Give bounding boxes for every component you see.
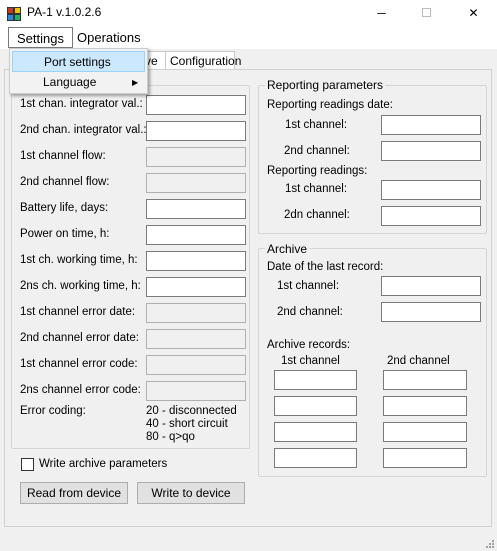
read-from-device-button[interactable]: Read from device xyxy=(20,482,128,504)
window-title: PA-1 v.1.0.2.6 xyxy=(27,5,102,19)
error-coding-label: Error coding: xyxy=(20,405,86,417)
reporting-readings-ch1-field[interactable] xyxy=(381,180,481,200)
error-code-40: 40 - short circuit xyxy=(146,418,228,430)
resize-grip-icon[interactable] xyxy=(485,539,495,549)
label-ch2-error-code: 2ns channel error code: xyxy=(20,384,141,396)
reporting-readings-ch2-field[interactable] xyxy=(381,206,481,226)
archive-ch2-label: 2nd channel: xyxy=(277,306,343,318)
power-on-time-field[interactable] xyxy=(146,225,246,245)
minimize-button[interactable]: ─ xyxy=(359,0,404,27)
menu-settings[interactable]: Settings xyxy=(8,27,73,48)
label-ch1-working-time: 1st ch. working time, h: xyxy=(20,254,138,266)
menu-operations[interactable]: Operations xyxy=(69,27,149,48)
error-code-20: 20 - disconnected xyxy=(146,405,237,417)
label-ch1-error-code: 1st channel error code: xyxy=(20,358,138,370)
language-label: Language xyxy=(43,75,97,89)
reporting-date-heading: Reporting readings date: xyxy=(267,99,393,111)
archive-ch2-field[interactable] xyxy=(381,302,481,322)
ch2-working-time-field[interactable] xyxy=(146,277,246,297)
battery-life-field[interactable] xyxy=(146,199,246,219)
ch1-flow-field xyxy=(146,147,246,167)
archive-record-ch1[interactable] xyxy=(274,396,357,416)
archive-ch1-label: 1st channel: xyxy=(277,280,340,292)
ch2-error-code-field xyxy=(146,381,246,401)
ch2-flow-field xyxy=(146,173,246,193)
reporting-date-ch2-field[interactable] xyxy=(381,141,481,161)
archive-col2-heading: 2nd channel xyxy=(387,355,450,367)
reporting-date-ch2-label: 2nd channel: xyxy=(284,145,350,157)
label-ch2-working-time: 2ns ch. working time, h: xyxy=(20,280,141,292)
label-ch2-flow: 2nd channel flow: xyxy=(20,176,110,188)
error-code-80: 80 - q>qo xyxy=(146,431,195,443)
label-battery-life: Battery life, days: xyxy=(20,202,109,214)
settings-dropdown: Port settings Language ▶ xyxy=(9,48,148,94)
archive-record-ch1[interactable] xyxy=(274,448,357,468)
write-to-device-button[interactable]: Write to device xyxy=(137,482,245,504)
label-ch1-flow: 1st channel flow: xyxy=(20,150,106,162)
reporting-date-ch1-field[interactable] xyxy=(381,115,481,135)
archive-record-ch2[interactable] xyxy=(383,396,467,416)
label-ch1-error-date: 1st channel error date: xyxy=(20,306,136,318)
ch1-integrator-field[interactable] xyxy=(146,95,246,115)
status-bar xyxy=(0,527,497,551)
app-icon xyxy=(7,7,21,21)
ch1-error-code-field xyxy=(146,355,246,375)
archive-record-ch1[interactable] xyxy=(274,370,357,390)
label-ch2-integrator: 2nd chan. integrator val.: xyxy=(20,124,147,136)
close-button[interactable]: ✕ xyxy=(451,0,496,27)
ch2-error-date-field xyxy=(146,329,246,349)
ch2-integrator-field[interactable] xyxy=(146,121,246,141)
archive-group-title: Archive xyxy=(265,242,310,256)
write-archive-checkbox[interactable] xyxy=(21,458,34,471)
menu-item-port-settings[interactable]: Port settings xyxy=(12,51,145,72)
reporting-date-ch1-label: 1st channel: xyxy=(285,119,348,131)
archive-records-heading: Archive records: xyxy=(267,339,351,351)
ch1-error-date-field xyxy=(146,303,246,323)
maximize-button[interactable]: ☐ xyxy=(404,0,449,27)
write-archive-label: Write archive parameters xyxy=(39,458,168,470)
reporting-readings-ch2-label: 2dn channel: xyxy=(284,209,350,221)
archive-record-ch2[interactable] xyxy=(383,448,467,468)
label-power-on-time: Power on time, h: xyxy=(20,228,110,240)
reporting-readings-heading: Reporting readings: xyxy=(267,165,368,177)
archive-ch1-field[interactable] xyxy=(381,276,481,296)
label-ch1-integrator: 1st chan. integrator val.: xyxy=(20,98,143,110)
tab-configuration[interactable]: Configuration xyxy=(165,51,241,70)
archive-record-ch2[interactable] xyxy=(383,422,467,442)
archive-record-ch1[interactable] xyxy=(274,422,357,442)
label-ch2-error-date: 2nd channel error date: xyxy=(20,332,139,344)
reporting-readings-ch1-label: 1st channel: xyxy=(285,183,348,195)
reporting-group-title: Reporting parameters xyxy=(265,78,386,92)
menu-item-language[interactable]: Language ▶ xyxy=(12,72,145,93)
port-settings-label: Port settings xyxy=(44,55,111,69)
submenu-arrow-icon: ▶ xyxy=(132,78,139,87)
archive-col1-heading: 1st channel xyxy=(281,355,340,367)
archive-last-record-heading: Date of the last record: xyxy=(267,261,384,273)
ch1-working-time-field[interactable] xyxy=(146,251,246,271)
archive-record-ch2[interactable] xyxy=(383,370,467,390)
